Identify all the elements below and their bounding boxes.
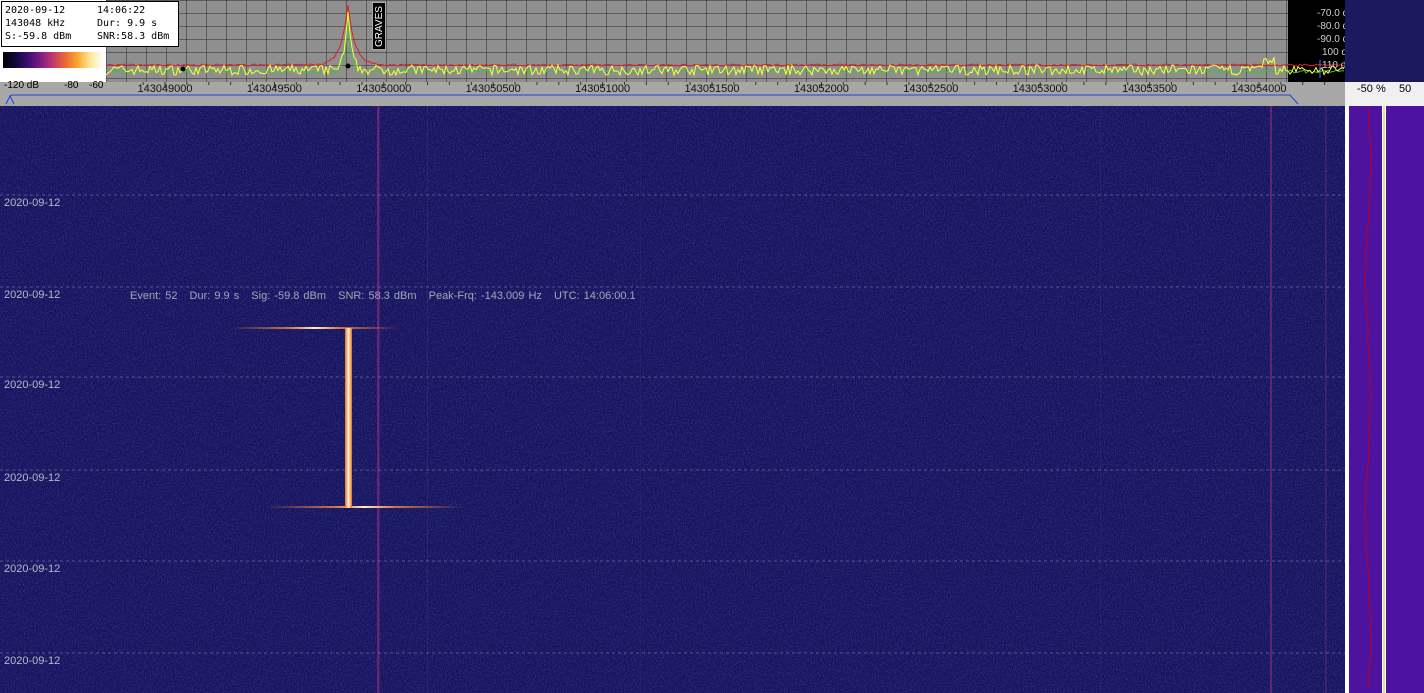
peak-hold-trace <box>105 5 1345 67</box>
meter-label-left: -50 % <box>1357 83 1386 95</box>
colormap-label-max: -60 <box>89 80 104 91</box>
event-peak-frequency: Peak-Frq: -143.009 Hz <box>428 290 542 302</box>
waterfall-row-date-5: 2020-09-12 <box>4 563 61 575</box>
frequency-tick-label: 143053500 <box>1122 83 1178 95</box>
waterfall-row-date-6: 2020-09-12 <box>4 655 61 667</box>
carrier-line <box>1270 106 1272 693</box>
passband-bracket <box>9 94 1299 105</box>
spectrum-traces <box>105 5 1345 78</box>
info-duration: Dur: 9.9 s <box>97 18 158 29</box>
frequency-tick-label: 143051500 <box>684 83 740 95</box>
db-label-5: 110 dB <box>1322 60 1345 71</box>
waterfall-row-date-2: 2020-09-12 <box>4 289 61 301</box>
colormap-labels: -120 dB -80 -60 <box>3 80 105 92</box>
waterfall-row-date-4: 2020-09-12 <box>4 472 61 484</box>
meteor-echo-trail <box>345 328 352 508</box>
meter-header: -50 % 50 <box>1345 82 1424 106</box>
frequency-tick-label: 143050000 <box>356 83 412 95</box>
spectrum-lab-window: 2020-09-12 14:06:22 143048 kHz Dur: 9.9 s … <box>0 0 1424 693</box>
event-annotation: Event: 52 Dur: 9.9 s Sig: -59.8 dBm SNR:… <box>130 290 644 302</box>
info-time: 14:06:22 <box>97 5 146 16</box>
waterfall-graphic <box>0 106 1345 693</box>
event-utc: UTC: 14:06:00.1 <box>553 290 636 302</box>
db-label-2: -80.0 dB <box>1317 21 1345 32</box>
frequency-tick-label: 143050500 <box>465 83 521 95</box>
info-date: 2020-09-12 <box>5 5 66 16</box>
frequency-tick-label: 143049500 <box>246 83 302 95</box>
db-label-3: -90.0 dB <box>1317 34 1345 45</box>
colormap-label-mid: -80 <box>64 80 79 91</box>
info-frequency: 143048 kHz <box>5 18 66 29</box>
marker-dot-icon <box>180 66 186 72</box>
waterfall-noise <box>0 106 1345 693</box>
db-label-4: 100 dB <box>1322 47 1345 58</box>
spectrum-panel[interactable]: 2020-09-12 14:06:22 143048 kHz Dur: 9.9 s … <box>0 0 1345 82</box>
info-signal: S:-59.8 dBm <box>5 31 72 42</box>
meteor-echo-end-burst <box>265 506 465 508</box>
meter-bar-left <box>1349 106 1382 693</box>
level-meter[interactable] <box>1345 106 1424 693</box>
info-snr: SNR:58.3 dBm <box>97 31 170 42</box>
waterfall-row-date-1: 2020-09-12 <box>4 197 61 209</box>
frequency-tick-label: 143051000 <box>575 83 631 95</box>
frequency-tick-label: 143054000 <box>1231 83 1287 95</box>
frequency-tick-label: 143053000 <box>1012 83 1068 95</box>
event-duration: Dur: 9.9 s <box>189 290 240 302</box>
waterfall-display[interactable]: 2020-09-12 2020-09-12 2020-09-12 2020-09… <box>0 106 1345 693</box>
event-signal: Sig: -59.8 dBm <box>251 290 327 302</box>
frequency-axis[interactable]: 143049000 143049500 143050000 143050500 1430… <box>0 82 1345 106</box>
average-trace <box>105 15 1345 74</box>
meter-bar-right <box>1386 106 1424 693</box>
meter-label-right: 50 <box>1399 83 1412 95</box>
level-meter-graphic <box>1349 106 1424 693</box>
meteor-echo-start-burst <box>230 327 400 329</box>
carrier-line <box>377 106 380 693</box>
frequency-tick-label: 143049000 <box>137 83 193 95</box>
carrier-line <box>1100 106 1101 693</box>
colormap-bar[interactable] <box>3 52 103 68</box>
event-id: Event: 52 <box>130 290 178 302</box>
frequency-tick-label: 143052500 <box>903 83 959 95</box>
carrier-line <box>427 106 428 693</box>
carrier-line <box>640 106 641 693</box>
event-snr: SNR: 58.3 dBm <box>338 290 417 302</box>
graves-marker-label[interactable]: GRAVES <box>372 2 386 50</box>
graves-marker-text: GRAVES <box>374 6 385 47</box>
range-start-marker-icon <box>5 94 15 105</box>
waterfall-row-date-3: 2020-09-12 <box>4 379 61 391</box>
carrier-line <box>1325 106 1327 693</box>
colormap-label-min: -120 dB <box>4 80 40 91</box>
signal-info-box: 2020-09-12 14:06:22 143048 kHz Dur: 9.9 s … <box>1 1 179 47</box>
peak-marker-icon <box>345 63 351 69</box>
frequency-tick-label: 143052000 <box>793 83 849 95</box>
db-label-1: -70.0 dB <box>1317 8 1345 19</box>
